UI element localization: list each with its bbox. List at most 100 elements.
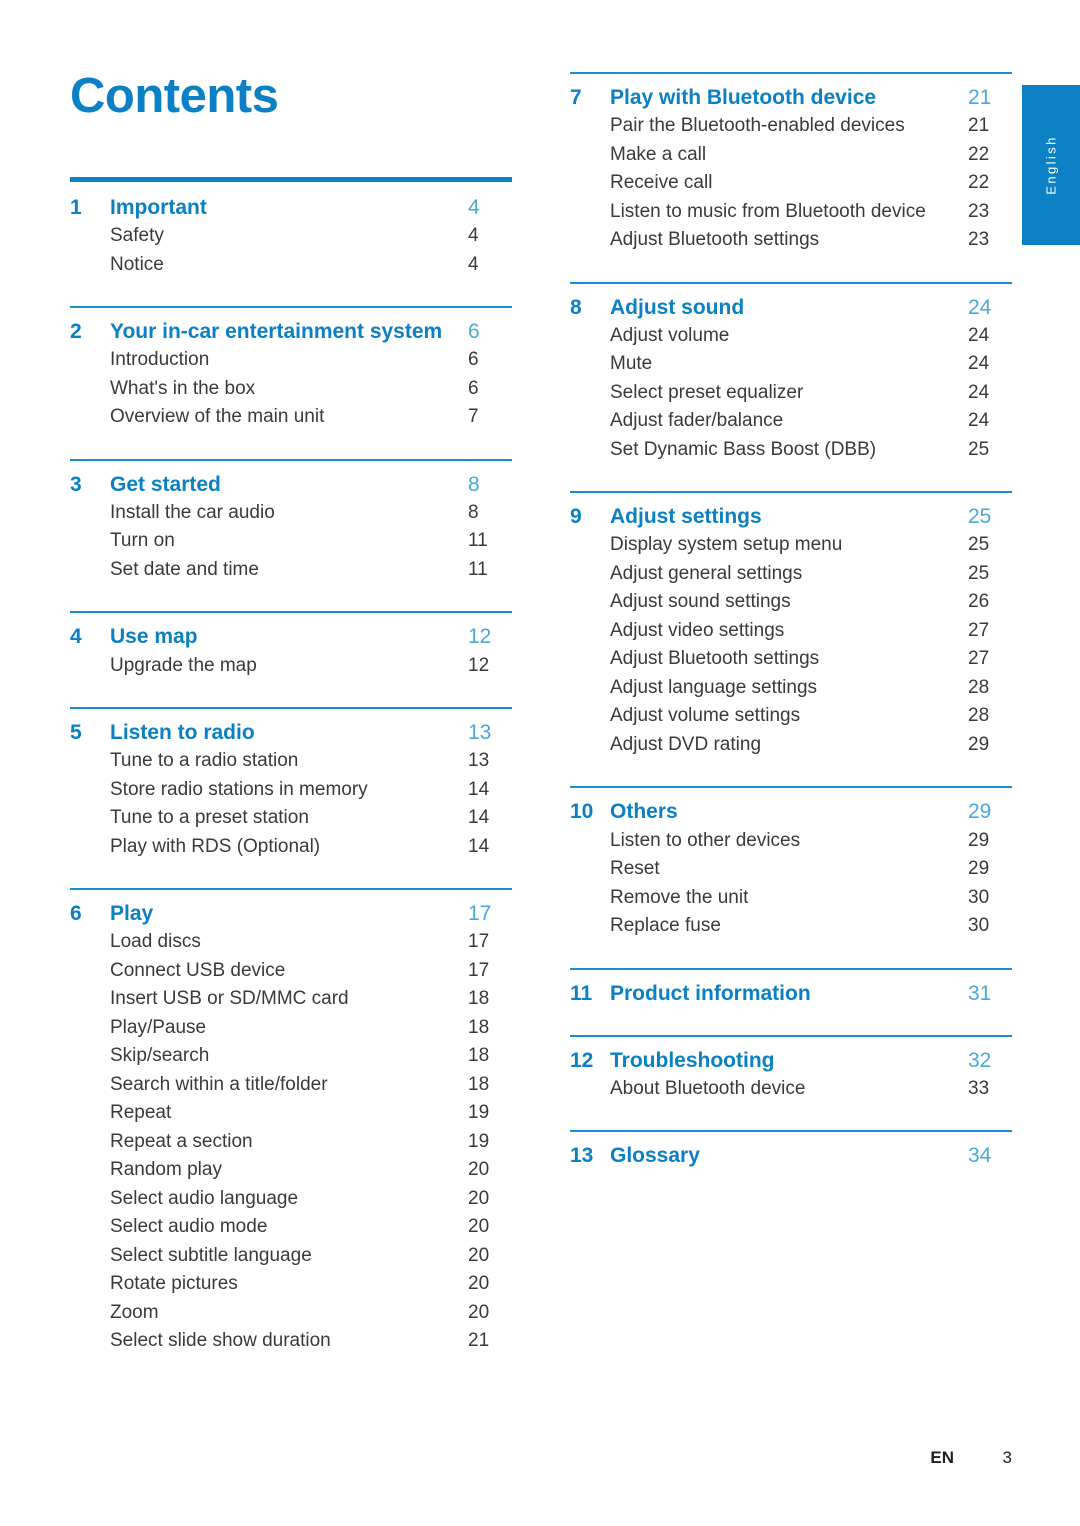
entry-page-number: 4: [468, 253, 479, 275]
toc-section-heading[interactable]: 9 Adjust settings 25: [570, 503, 1012, 531]
toc-entry[interactable]: Adjust volume 24: [570, 322, 1012, 351]
toc-entry[interactable]: Overview of the main unit 7: [70, 403, 512, 432]
entry-page-number: 30: [968, 886, 990, 908]
entry-page-number: 28: [968, 676, 990, 698]
entry-title: Overview of the main unit: [110, 406, 325, 428]
entry-page-number: 14: [468, 807, 490, 829]
toc-section-heading[interactable]: 5 Listen to radio 13: [70, 719, 512, 747]
section-divider: [70, 611, 512, 614]
toc-entry[interactable]: Reset 29: [570, 855, 1012, 884]
toc-entry[interactable]: Adjust volume settings 28: [570, 702, 1012, 731]
toc-entry[interactable]: Install the car audio 8: [70, 499, 512, 528]
toc-entry[interactable]: Introduction 6: [70, 346, 512, 375]
toc-entry[interactable]: Set date and time 11: [70, 556, 512, 585]
entry-title: Select audio language: [110, 1187, 299, 1209]
toc-entry[interactable]: Receive call 22: [570, 169, 1012, 198]
toc-entry[interactable]: Adjust language settings 28: [570, 674, 1012, 703]
toc-entry[interactable]: Replace fuse 30: [570, 912, 1012, 941]
entry-title: What's in the box: [110, 377, 256, 399]
toc-entry[interactable]: Listen to music from Bluetooth device 23: [570, 198, 1012, 227]
entry-page-number: 18: [468, 988, 490, 1010]
toc-entry[interactable]: Make a call 22: [570, 141, 1012, 170]
entry-title: Adjust Bluetooth settings: [610, 648, 820, 670]
toc-entry[interactable]: Adjust Bluetooth settings 27: [570, 645, 1012, 674]
toc-entry[interactable]: Load discs 17: [70, 928, 512, 957]
toc-entry[interactable]: Safety 4: [70, 222, 512, 251]
toc-entry[interactable]: Upgrade the map 12: [70, 652, 512, 681]
toc-section-heading[interactable]: 8 Adjust sound 24: [570, 294, 1012, 322]
toc-section-heading[interactable]: 10 Others 29: [570, 798, 1012, 826]
entry-title: Skip/search: [110, 1045, 210, 1067]
section-page-number: 24: [968, 295, 992, 319]
toc-entry[interactable]: Mute 24: [570, 350, 1012, 379]
toc-entry[interactable]: Adjust Bluetooth settings 23: [570, 226, 1012, 255]
toc-section-heading[interactable]: 7 Play with Bluetooth device 21: [570, 84, 1012, 112]
toc-entry[interactable]: Adjust sound settings 26: [570, 588, 1012, 617]
toc-entry[interactable]: Store radio stations in memory 14: [70, 776, 512, 805]
entry-page-number: 18: [468, 1045, 490, 1067]
toc-entry[interactable]: Pair the Bluetooth-enabled devices 21: [570, 112, 1012, 141]
entry-page-number: 24: [968, 381, 990, 403]
toc-entry[interactable]: Notice 4: [70, 251, 512, 280]
toc-section-heading[interactable]: 11 Product information 31: [570, 980, 1012, 1008]
entry-title: Adjust Bluetooth settings: [610, 229, 820, 251]
toc-entry[interactable]: Play with RDS (Optional) 14: [70, 833, 512, 862]
toc-section-heading[interactable]: 2 Your in-car entertainment system 6: [70, 318, 512, 346]
toc-section-heading[interactable]: 6 Play 17: [70, 900, 512, 928]
toc-entry[interactable]: Listen to other devices 29: [570, 827, 1012, 856]
toc-entry[interactable]: Select audio language 20: [70, 1185, 512, 1214]
toc-entry[interactable]: Select preset equalizer 24: [570, 379, 1012, 408]
section-number: 12: [570, 1048, 594, 1072]
toc-entry[interactable]: Rotate pictures 20: [70, 1270, 512, 1299]
toc-entry[interactable]: Insert USB or SD/MMC card 18: [70, 985, 512, 1014]
toc-section: 10 Others 29 Listen to other devices 29 Reset…: [570, 786, 1012, 967]
toc-entry[interactable]: About Bluetooth device 33: [570, 1075, 1012, 1104]
toc-entry[interactable]: Search within a title/folder 18: [70, 1071, 512, 1100]
toc-section-heading[interactable]: 1 Important 4: [70, 194, 512, 222]
toc-entry[interactable]: Select slide show duration 21: [70, 1327, 512, 1356]
entry-title: Zoom: [110, 1301, 159, 1323]
footer-language-code: EN: [930, 1448, 954, 1467]
section-title: Use map: [110, 625, 198, 649]
toc-entry[interactable]: What's in the box 6: [70, 375, 512, 404]
toc-entry[interactable]: Random play 20: [70, 1156, 512, 1185]
section-title: Your in-car entertainment system: [110, 320, 443, 344]
language-tab-label: English: [1043, 135, 1059, 195]
toc-entry[interactable]: Adjust fader/balance 24: [570, 407, 1012, 436]
section-page-number: 21: [968, 86, 992, 109]
toc-entry[interactable]: Adjust general settings 25: [570, 560, 1012, 589]
section-number: 13: [570, 1144, 594, 1168]
section-number: 2: [70, 320, 82, 344]
toc-entry[interactable]: Zoom 20: [70, 1299, 512, 1328]
toc-section-heading[interactable]: 13 Glossary 34: [570, 1142, 1012, 1170]
toc-entry[interactable]: Tune to a radio station 13: [70, 747, 512, 776]
toc-entry[interactable]: Tune to a preset station 14: [70, 804, 512, 833]
toc-entry[interactable]: Display system setup menu 25: [570, 531, 1012, 560]
toc-entry[interactable]: Repeat 19: [70, 1099, 512, 1128]
entry-title: About Bluetooth device: [610, 1077, 806, 1099]
toc-entry[interactable]: Remove the unit 30: [570, 884, 1012, 913]
entry-page-number: 11: [468, 530, 488, 552]
toc-section-heading[interactable]: 4 Use map 12: [70, 623, 512, 651]
toc-section-heading[interactable]: 3 Get started 8: [70, 471, 512, 499]
entry-title: Remove the unit: [610, 886, 749, 908]
toc-entry[interactable]: Adjust DVD rating 29: [570, 731, 1012, 760]
toc-entry[interactable]: Skip/search 18: [70, 1042, 512, 1071]
toc-section-heading[interactable]: 12 Troubleshooting 32: [570, 1047, 1012, 1075]
toc-entry[interactable]: Repeat a section 19: [70, 1128, 512, 1157]
entry-title: Adjust volume settings: [610, 705, 801, 727]
toc-entry[interactable]: Set Dynamic Bass Boost (DBB) 25: [570, 436, 1012, 465]
toc-entry[interactable]: Select audio mode 20: [70, 1213, 512, 1242]
toc-entry[interactable]: Adjust video settings 27: [570, 617, 1012, 646]
toc-section: 5 Listen to radio 13 Tune to a radio statio…: [70, 707, 512, 888]
section-number: 6: [70, 902, 82, 926]
toc-entry[interactable]: Select subtitle language 20: [70, 1242, 512, 1271]
toc-entry[interactable]: Play/Pause 18: [70, 1014, 512, 1043]
toc-entry[interactable]: Turn on 11: [70, 527, 512, 556]
language-tab: English: [1022, 85, 1080, 245]
toc-entry[interactable]: Connect USB device 17: [70, 957, 512, 986]
entry-title: Rotate pictures: [110, 1273, 238, 1295]
